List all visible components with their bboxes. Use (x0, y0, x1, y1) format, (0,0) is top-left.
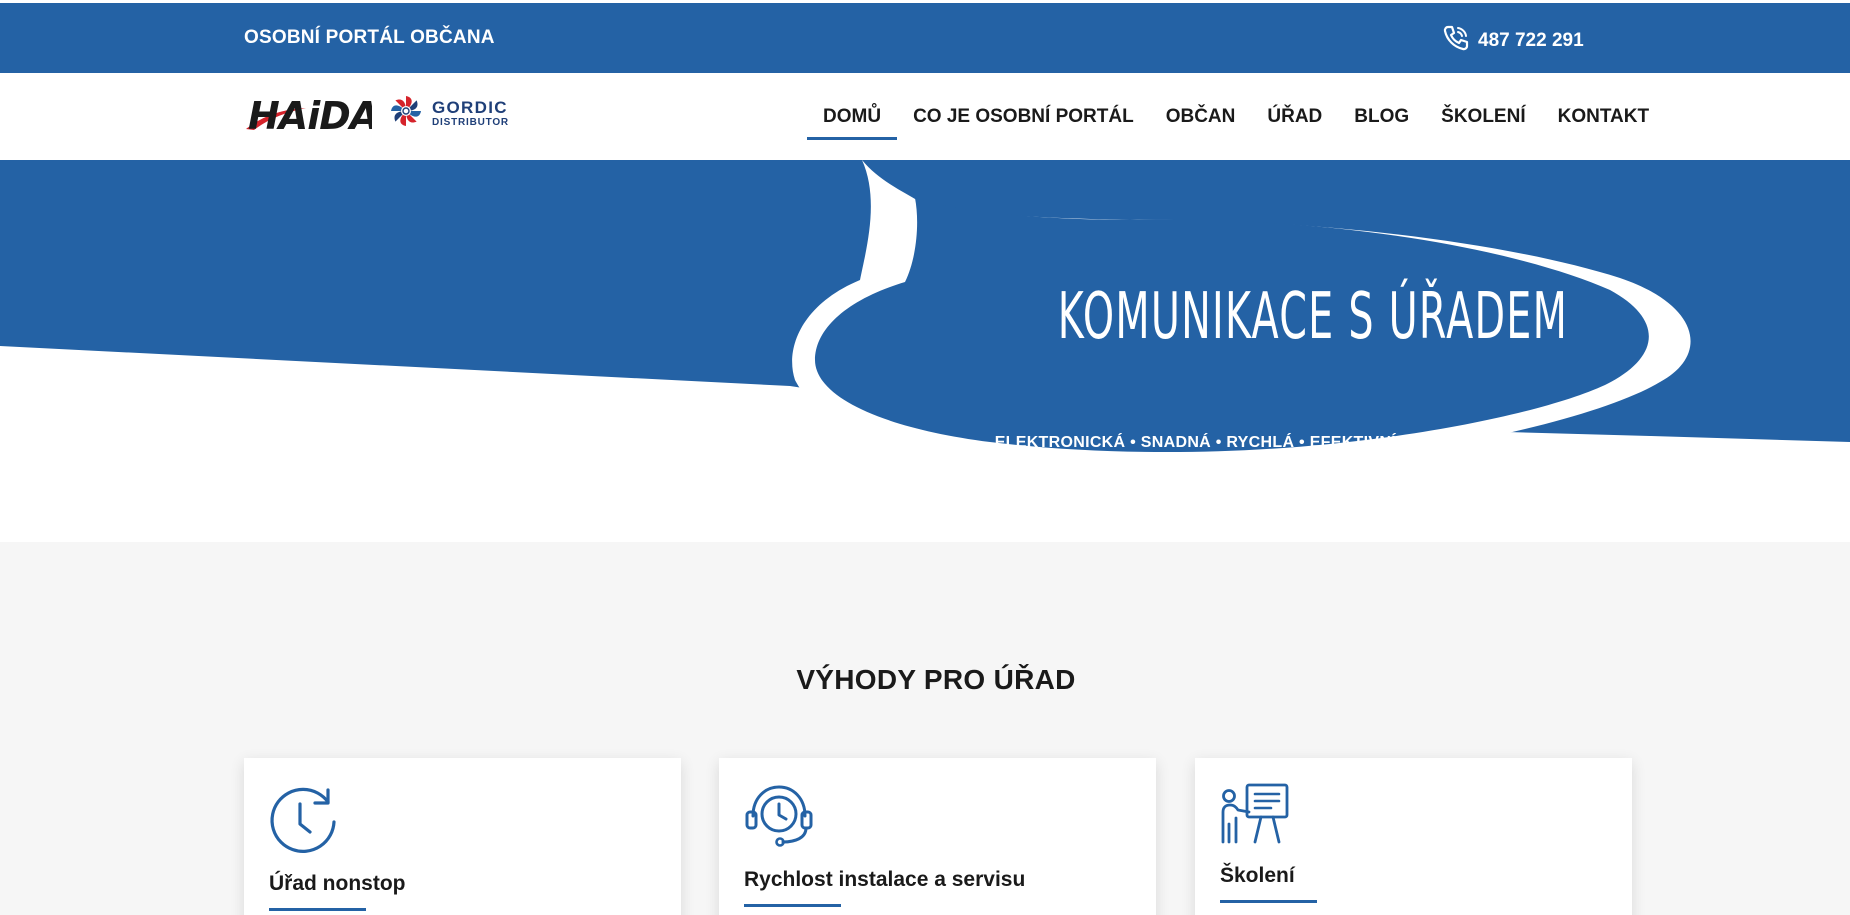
benefit-card-title: Rychlost instalace a servisu (744, 868, 1026, 891)
hero-headline: KOMUNIKACE S ÚŘADEM (1057, 280, 1569, 354)
benefit-card-underline (744, 904, 841, 907)
phone-icon (1442, 24, 1470, 57)
headset-clock-icon (743, 782, 815, 855)
nav-item-domu[interactable]: DOMŮ (807, 73, 898, 160)
hero-banner: KOMUNIKACE S ÚŘADEM ELEKTRONICKÁ • SNADN… (0, 160, 1850, 542)
haida-logo[interactable]: HAiDA (244, 91, 379, 138)
clock-refresh-icon (268, 782, 340, 859)
gordic-name: GORDIC (432, 98, 508, 117)
nav-item-skoleni[interactable]: ŠKOLENÍ (1425, 73, 1541, 160)
benefits-section: VÝHODY PRO ÚŘAD Úřad nonstop Rychlost in… (0, 542, 1850, 915)
training-presentation-icon (1219, 782, 1291, 851)
portal-title[interactable]: OSOBNÍ PORTÁL OBČANA (244, 27, 495, 49)
phone-number: 487 722 291 (1478, 29, 1584, 51)
nav-item-obcan[interactable]: OBČAN (1150, 73, 1252, 160)
benefit-card-title: Úřad nonstop (269, 872, 406, 895)
benefit-card-underline (269, 908, 366, 911)
nav-item-co-je-osobni-portal[interactable]: CO JE OSOBNÍ PORTÁL (897, 73, 1150, 160)
nav-item-urad[interactable]: ÚŘAD (1251, 73, 1338, 160)
top-bar: OSOBNÍ PORTÁL OBČANA 487 722 291 (0, 3, 1850, 73)
hero-tagline: ELEKTRONICKÁ • SNADNÁ • RYCHLÁ • EFEKTIV… (994, 434, 1506, 451)
gordic-logo[interactable]: GORDIC DISTRIBUTOR (388, 93, 509, 134)
benefit-card-rychlost[interactable]: Rychlost instalace a servisu (719, 758, 1156, 915)
phone-contact[interactable]: 487 722 291 (1442, 24, 1584, 57)
site-header: HAiDA GORDIC DISTRIBUTOR DOMŮ CO JE OSOB… (0, 73, 1850, 160)
gordic-sub: DISTRIBUTOR (432, 117, 509, 128)
gordic-pinwheel-icon (388, 93, 424, 134)
main-nav: DOMŮ CO JE OSOBNÍ PORTÁL OBČAN ÚŘAD BLOG… (807, 73, 1665, 160)
nav-item-kontakt[interactable]: KONTAKT (1542, 73, 1665, 160)
nav-item-blog[interactable]: BLOG (1338, 73, 1425, 160)
benefit-card-skoleni[interactable]: Školení (1195, 758, 1632, 915)
hero-background (0, 160, 1850, 469)
benefit-card-urad-nonstop[interactable]: Úřad nonstop (244, 758, 681, 915)
benefits-title: VÝHODY PRO ÚŘAD (796, 664, 1076, 695)
haida-logo-text: HAiDA (248, 94, 372, 135)
benefit-card-underline (1220, 900, 1317, 903)
benefit-card-title: Školení (1220, 864, 1295, 887)
